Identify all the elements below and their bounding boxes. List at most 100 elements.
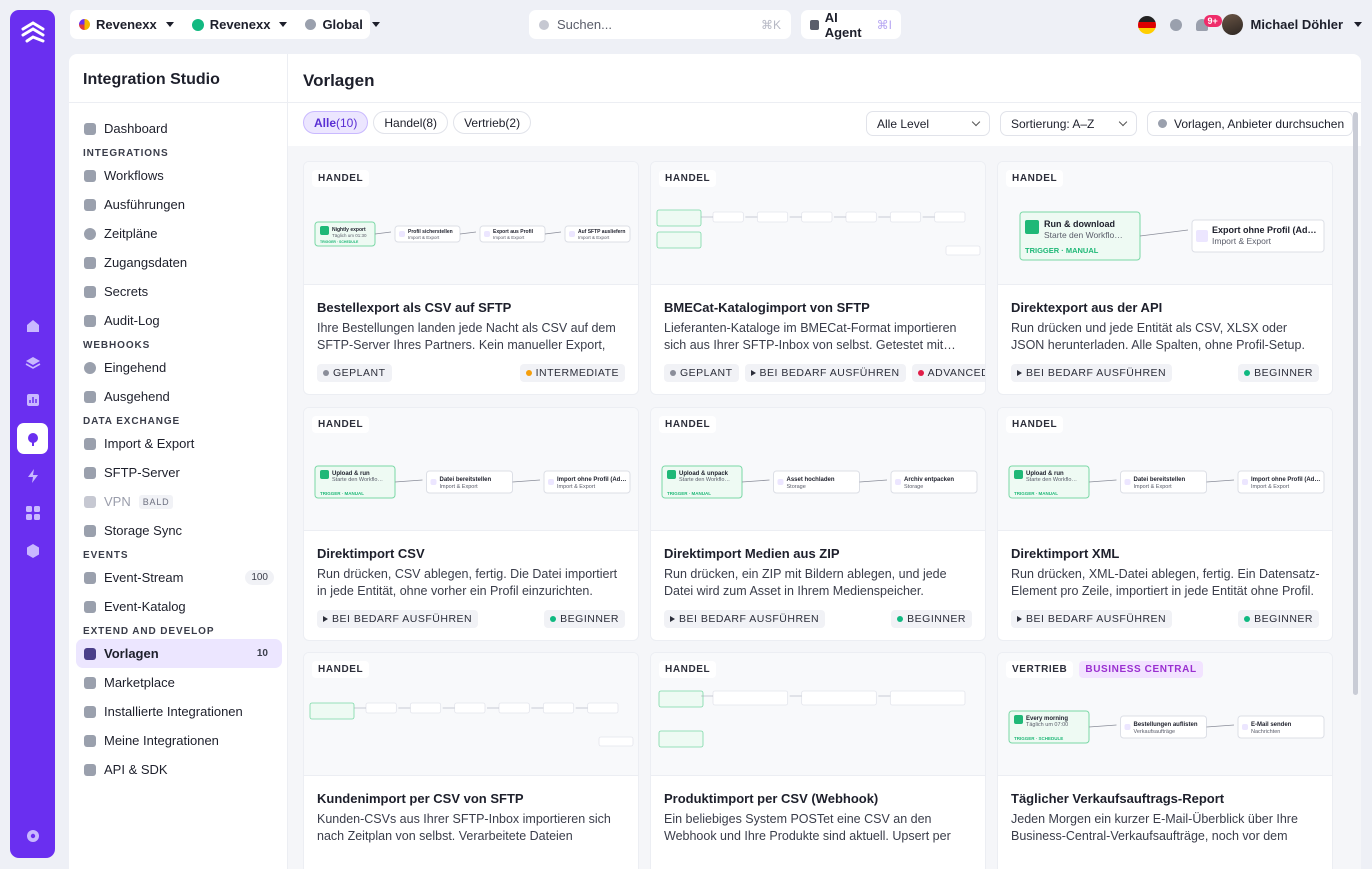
sidebar-item-vorlagen[interactable]: Vorlagen 10 xyxy=(76,639,282,668)
play-icon xyxy=(320,226,329,235)
topbar: Revenexx Revenexx Global Suchen... ⌘K AI… xyxy=(55,0,1372,50)
section-events: EVENTS xyxy=(83,550,129,561)
workflow-preview: HANDEL xyxy=(651,162,985,285)
sidebar-item-meine[interactable]: Meine Integrationen xyxy=(76,726,282,755)
sidebar-item-event-stream[interactable]: Event-Stream 100 xyxy=(76,563,282,592)
template-card[interactable]: HANDEL BMECat-Katalogimport von SFTP Liefe… xyxy=(650,161,986,395)
sidebar-item-marketplace[interactable]: Marketplace xyxy=(76,668,282,697)
sidebar-item-ausfuehrungen[interactable]: Ausführungen xyxy=(76,190,282,219)
sidebar-item-zugangsdaten[interactable]: Zugangsdaten xyxy=(76,248,282,277)
step-node xyxy=(587,702,619,714)
trigger-node xyxy=(309,702,355,720)
cube-icon[interactable] xyxy=(17,535,48,566)
card-title: Direktimport XML xyxy=(1011,546,1120,561)
app-logo[interactable] xyxy=(19,20,46,47)
sidebar-item-ausgehend[interactable]: Ausgehend xyxy=(76,382,282,411)
org-switcher-2[interactable]: Revenexx xyxy=(183,10,297,39)
sort-select[interactable]: Sortierung: A–Z xyxy=(1000,111,1137,136)
level-dot-icon xyxy=(1244,616,1251,622)
sidebar-item-sftp[interactable]: SFTP-Server xyxy=(76,458,282,487)
tab-handel[interactable]: Handel (8) xyxy=(373,111,449,134)
lightning-icon[interactable] xyxy=(17,460,48,491)
tab-vertrieb[interactable]: Vertrieb (2) xyxy=(453,111,532,134)
level-select[interactable]: Alle Level xyxy=(866,111,990,136)
card-chips: BEI BEDARF AUSFÜHREN BEGINNER xyxy=(664,610,972,628)
step-node xyxy=(712,690,789,706)
tab-count: (8) xyxy=(422,115,438,130)
ai-agent-button[interactable]: AI Agent ⌘I xyxy=(801,9,901,40)
search-placeholder: Suchen... xyxy=(557,17,612,32)
tab-label: Handel xyxy=(384,115,423,130)
section-integrations: INTEGRATIONS xyxy=(83,148,169,159)
level-chip: BEGINNER xyxy=(544,610,625,628)
trigger-node xyxy=(658,730,704,748)
chip-label: BEI BEDARF AUSFÜHREN xyxy=(1026,613,1167,625)
scrollbar[interactable] xyxy=(1353,112,1358,695)
sidebar-nav: Dashboard INTEGRATIONS Workflows Ausführ… xyxy=(76,114,282,784)
step-node xyxy=(889,690,966,706)
sidebar-item-workflows[interactable]: Workflows xyxy=(76,161,282,190)
connector-line xyxy=(1088,724,1117,728)
step-icon xyxy=(484,231,490,237)
settings-gear-icon[interactable] xyxy=(17,820,48,851)
level-chip: ADVANCED xyxy=(911,364,986,382)
sidebar-item-secrets[interactable]: Secrets xyxy=(76,277,282,306)
template-card[interactable]: Upload & run Starte den Workflo… TRIGGER ·… xyxy=(303,407,639,641)
tab-count: (10) xyxy=(336,115,358,130)
apps-grid-icon[interactable] xyxy=(17,497,48,528)
template-card[interactable]: Every morning Täglich um 07:00 TRIGGER · S… xyxy=(997,652,1333,869)
database-icon xyxy=(84,437,96,450)
template-card[interactable]: Nightly export Täglich um 01:30 TRIGGER · … xyxy=(303,161,639,395)
home-icon[interactable] xyxy=(17,310,48,341)
user-menu[interactable]: Michael Döhler xyxy=(1221,14,1362,35)
divider xyxy=(288,102,1361,103)
section-extend: EXTEND AND DEVELOP xyxy=(83,626,215,637)
level-chip: BEGINNER xyxy=(1238,364,1319,382)
sidebar-item-zeitplaene[interactable]: Zeitpläne xyxy=(76,219,282,248)
template-card[interactable]: Upload & unpack Starte den Workflo… TRIGGE… xyxy=(650,407,986,641)
chip-label: BEI BEDARF AUSFÜHREN xyxy=(332,613,473,625)
step-sublabel: Storage xyxy=(787,484,806,490)
sidebar-item-eingehend[interactable]: Eingehend xyxy=(76,353,282,382)
template-search-input[interactable]: Vorlagen, Anbieter durchsuchen xyxy=(1147,111,1353,136)
sidebar-item-label: VPN xyxy=(104,494,131,509)
marketplace-grid-icon xyxy=(84,676,96,689)
step-sublabel: Import & Export xyxy=(1212,236,1272,246)
ai-agent-label: AI Agent xyxy=(824,9,862,40)
sidebar-item-dashboard[interactable]: Dashboard xyxy=(76,114,282,143)
template-card[interactable]: HANDEL Kundenimport per CSV von SFTP Kunde… xyxy=(303,652,639,869)
help-icon[interactable] xyxy=(1169,18,1182,31)
template-card[interactable]: HANDEL Produktimport per CSV (Webhook) Ein… xyxy=(650,652,986,869)
org-switcher-1[interactable]: Revenexx xyxy=(70,10,183,39)
global-search[interactable]: Suchen... ⌘K xyxy=(529,10,791,39)
sidebar-item-event-katalog[interactable]: Event-Katalog xyxy=(76,592,282,621)
notifications[interactable]: 9+ xyxy=(1195,14,1222,31)
level-dot-icon xyxy=(525,370,532,376)
sidebar-item-label: API & SDK xyxy=(104,762,168,777)
play-icon xyxy=(320,470,329,479)
step-label: Import ohne Profil (Ad… xyxy=(1251,477,1320,483)
region-switcher[interactable]: Global xyxy=(296,10,388,39)
sidebar-item-installiert[interactable]: Installierte Integrationen xyxy=(76,697,282,726)
level-dot-icon xyxy=(550,616,557,622)
integration-studio-icon[interactable] xyxy=(17,423,48,454)
chip-label: BEI BEDARF AUSFÜHREN xyxy=(759,367,900,379)
context-switcher: Revenexx Revenexx Global xyxy=(70,10,380,39)
sidebar-item-api-sdk[interactable]: API & SDK xyxy=(76,755,282,784)
sidebar-item-storage-sync[interactable]: Storage Sync xyxy=(76,516,282,545)
sidebar-item-auditlog[interactable]: Audit-Log xyxy=(76,306,282,335)
german-flag-icon[interactable] xyxy=(1137,15,1156,34)
tab-alle[interactable]: Alle (10) xyxy=(303,111,369,134)
sidebar-item-import-export[interactable]: Import & Export xyxy=(76,429,282,458)
layers-icon[interactable] xyxy=(17,347,48,378)
category-tag: HANDEL xyxy=(659,416,717,433)
analytics-icon[interactable] xyxy=(17,384,48,415)
level-dot-icon xyxy=(897,616,904,622)
chip-label: ADVANCED xyxy=(927,367,986,379)
template-card[interactable]: Run & download Starte den Workflo… TRIGGER… xyxy=(997,161,1333,395)
card-chips: BEI BEDARF AUSFÜHREN BEGINNER xyxy=(1011,610,1319,628)
trigger-node xyxy=(656,209,702,227)
template-card[interactable]: Upload & run Starte den Workflo… TRIGGER ·… xyxy=(997,407,1333,641)
card-description: Run drücken und jede Entität als CSV, XL… xyxy=(1011,321,1305,352)
step-node xyxy=(945,245,981,256)
